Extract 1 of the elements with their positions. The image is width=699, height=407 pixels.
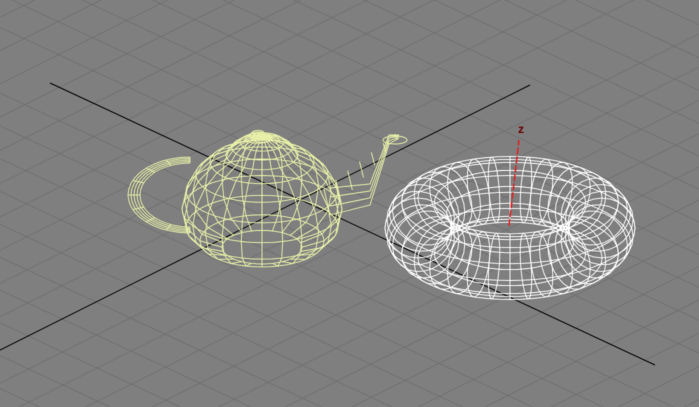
axis-label: z <box>518 122 524 136</box>
